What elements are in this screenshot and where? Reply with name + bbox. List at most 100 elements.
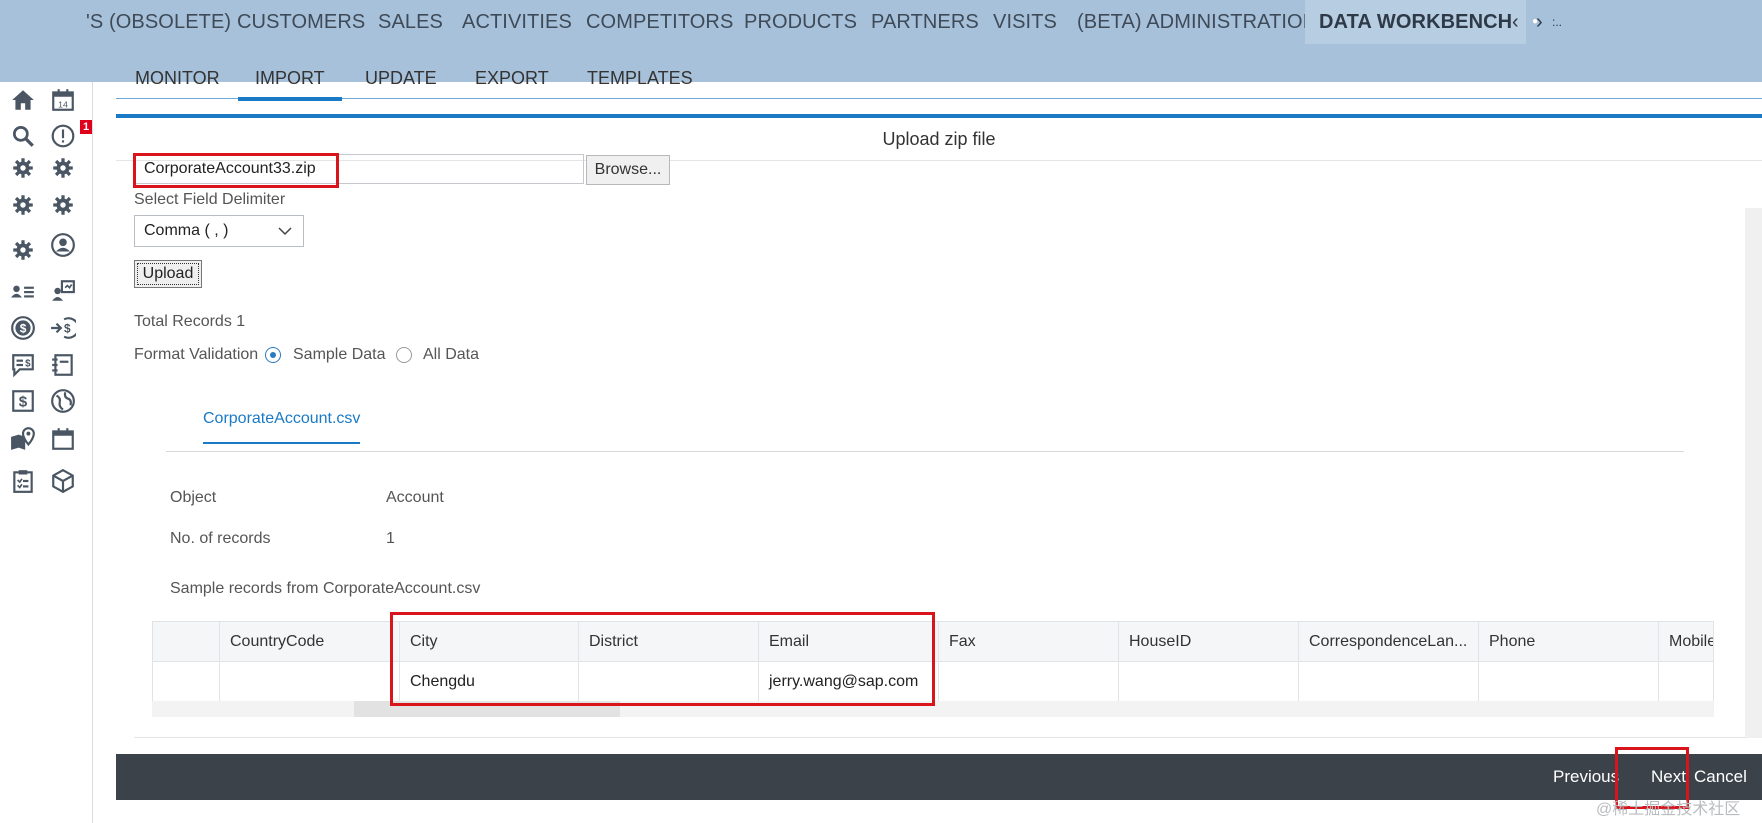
- table-cell[interactable]: jerry.wang@sap.com: [759, 662, 938, 702]
- column-header-countrycode[interactable]: CountryCode: [220, 622, 399, 662]
- nav-item-customers[interactable]: CUSTOMERS: [237, 0, 365, 44]
- column-header-correspondence-language[interactable]: CorrespondenceLan...: [1299, 622, 1478, 662]
- table-column: [153, 622, 220, 702]
- nav-item-partners[interactable]: PARTNERS: [871, 0, 979, 44]
- table-column: Email jerry.wang@sap.com: [759, 622, 939, 702]
- nav-item-products[interactable]: PRODUCTS: [744, 0, 857, 44]
- table-column: Mobile: [1659, 622, 1713, 702]
- globe-icon[interactable]: [50, 388, 76, 414]
- delimiter-select[interactable]: Comma ( , ): [134, 215, 304, 247]
- column-header-city[interactable]: City: [400, 622, 578, 662]
- delimiter-value: Comma ( , ): [144, 222, 229, 239]
- table-column: HouseID: [1119, 622, 1299, 702]
- nav-item-activities[interactable]: ACTIVITIES: [462, 0, 572, 44]
- dialog-footer: Previous Next Cancel: [116, 754, 1762, 800]
- table-cell[interactable]: Chengdu: [400, 662, 578, 702]
- tab-import[interactable]: IMPORT: [238, 68, 342, 101]
- sample-data-label: Sample Data: [293, 346, 386, 363]
- file-name-field[interactable]: CorporateAccount33.zip: [134, 154, 584, 184]
- vertical-scrollbar[interactable]: [1745, 208, 1762, 738]
- column-header-mobile[interactable]: Mobile: [1659, 622, 1713, 662]
- table-column: CountryCode: [220, 622, 400, 702]
- watermark: @稀土掘金技术社区: [1596, 801, 1741, 818]
- search-icon[interactable]: [10, 123, 36, 149]
- user-circle-icon[interactable]: [50, 232, 76, 258]
- sample-records-label: Sample records from CorporateAccount.csv: [170, 580, 481, 597]
- tab-monitor[interactable]: MONITOR: [135, 68, 220, 97]
- column-header-email[interactable]: Email: [759, 622, 938, 662]
- table-column: Phone: [1479, 622, 1659, 702]
- next-button[interactable]: Next: [1651, 754, 1686, 800]
- cube-icon[interactable]: [50, 468, 76, 494]
- records-value: 1: [386, 530, 395, 547]
- dollar-document-icon[interactable]: $: [10, 388, 36, 414]
- gear-icon[interactable]: [50, 192, 76, 218]
- chevron-left-icon[interactable]: ‹: [1512, 0, 1519, 44]
- chat-dollar-icon[interactable]: $: [10, 352, 36, 378]
- all-data-label: All Data: [423, 346, 480, 363]
- tab-corporate-account-csv[interactable]: CorporateAccount.csv: [203, 410, 361, 444]
- cancel-button[interactable]: Cancel: [1694, 754, 1747, 800]
- contact-card-icon[interactable]: [50, 278, 76, 304]
- table-cell[interactable]: [153, 662, 219, 702]
- gear-icon[interactable]: [10, 155, 36, 181]
- gear-icon[interactable]: [10, 192, 36, 218]
- tab-update[interactable]: UPDATE: [365, 68, 437, 97]
- table-cell[interactable]: [1119, 662, 1298, 702]
- checklist-icon[interactable]: [10, 468, 36, 494]
- svg-text:14: 14: [58, 100, 68, 110]
- all-data-radio[interactable]: [396, 347, 412, 363]
- gear-icon[interactable]: [10, 237, 36, 263]
- svg-text:$: $: [19, 393, 28, 410]
- sample-data-radio[interactable]: [265, 347, 281, 363]
- column-header-fax[interactable]: Fax: [939, 622, 1118, 662]
- calendar-icon[interactable]: 14: [50, 87, 76, 113]
- table-cell[interactable]: [1659, 662, 1713, 702]
- calendar-range-icon[interactable]: [50, 426, 76, 452]
- upload-button[interactable]: Upload: [134, 260, 202, 288]
- workbench-tabs: MONITOR IMPORT UPDATE EXPORT TEMPLATES: [116, 50, 1762, 101]
- previous-button[interactable]: Previous: [1553, 754, 1619, 800]
- table-column: CorrespondenceLan...: [1299, 622, 1479, 702]
- tab-templates[interactable]: TEMPLATES: [587, 68, 693, 97]
- nav-item-administration[interactable]: (BETA) ADMINISTRATION: [1077, 0, 1317, 44]
- chevron-right-icon[interactable]: ›: [1536, 0, 1543, 44]
- table-cell[interactable]: [939, 662, 1118, 702]
- svg-text:$: $: [64, 321, 71, 335]
- alert-icon[interactable]: [50, 123, 76, 149]
- table-cell[interactable]: [1299, 662, 1478, 702]
- browse-button[interactable]: Browse...: [586, 155, 670, 185]
- horizontal-scrollbar[interactable]: [152, 701, 1714, 717]
- nav-item-obsolete[interactable]: 'S (OBSOLETE): [86, 0, 231, 44]
- more-icon[interactable]: :..: [1552, 0, 1562, 44]
- tab-divider: [166, 451, 1684, 452]
- svg-text:$: $: [20, 321, 27, 335]
- alert-badge: 1: [80, 120, 92, 134]
- column-header-houseid[interactable]: HouseID: [1119, 622, 1298, 662]
- object-value: Account: [386, 489, 444, 506]
- column-header-district[interactable]: District: [579, 622, 758, 662]
- table-cell[interactable]: [220, 662, 399, 702]
- map-pin-icon[interactable]: [10, 426, 36, 452]
- table-column: City Chengdu: [400, 622, 579, 702]
- table-cell[interactable]: [579, 662, 758, 702]
- contacts-list-icon[interactable]: [10, 278, 36, 304]
- tab-export[interactable]: EXPORT: [475, 68, 549, 97]
- nav-item-visits[interactable]: VISITS: [993, 0, 1057, 44]
- column-header-phone[interactable]: Phone: [1479, 622, 1658, 662]
- notebook-icon[interactable]: [50, 352, 76, 378]
- column-header: [153, 622, 219, 662]
- scrollbar-thumb[interactable]: [354, 701, 620, 717]
- dollar-coin-icon[interactable]: $: [10, 315, 36, 341]
- format-validation-label: Format Validation: [134, 346, 259, 363]
- object-label: Object: [170, 489, 217, 506]
- total-records-label: Total Records 1: [134, 313, 246, 330]
- dollar-in-icon[interactable]: $: [50, 315, 76, 341]
- table-cell[interactable]: [1479, 662, 1658, 702]
- home-icon[interactable]: [10, 87, 36, 113]
- gear-icon[interactable]: [50, 155, 76, 181]
- nav-item-competitors[interactable]: COMPETITORS: [586, 0, 733, 44]
- table-column: District: [579, 622, 759, 702]
- nav-item-data-workbench[interactable]: DATA WORKBENCH: [1305, 0, 1527, 44]
- nav-item-sales[interactable]: SALES: [378, 0, 443, 44]
